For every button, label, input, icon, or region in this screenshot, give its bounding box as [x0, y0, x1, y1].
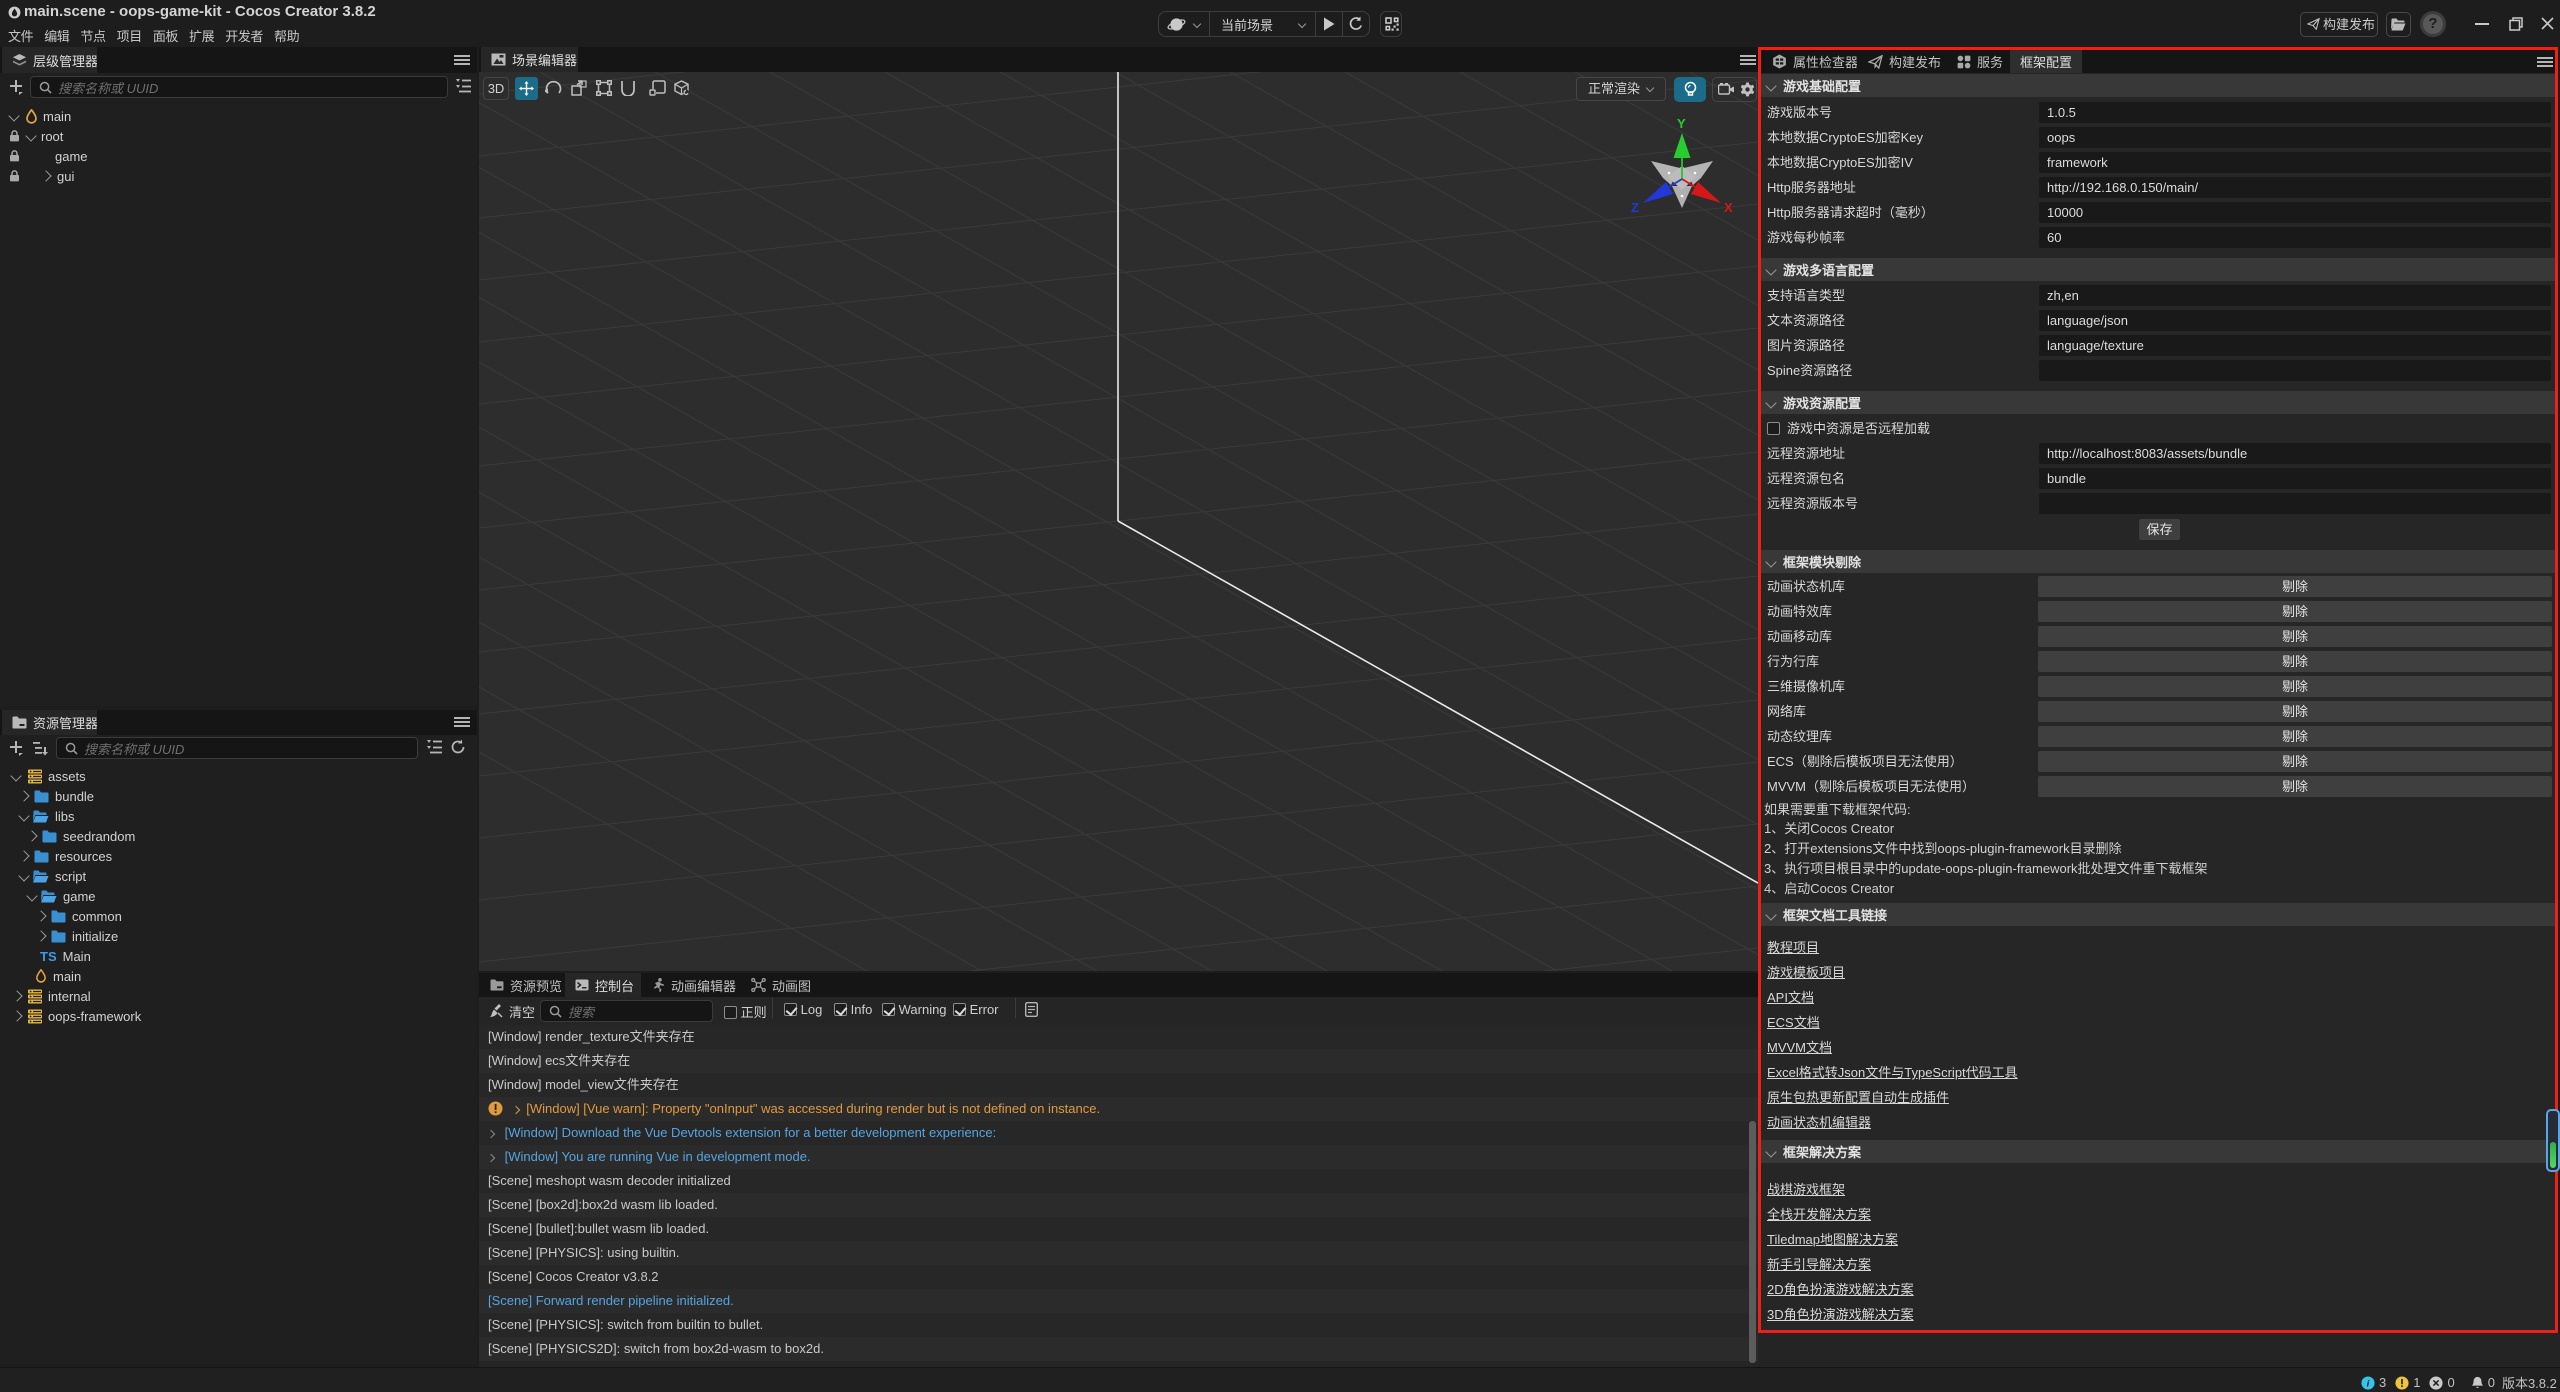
svg-text:X: X [1724, 200, 1733, 215]
svg-text:Y: Y [1677, 116, 1686, 131]
svg-text:Z: Z [1631, 200, 1639, 215]
svg-text:i: i [2367, 1378, 2370, 1389]
